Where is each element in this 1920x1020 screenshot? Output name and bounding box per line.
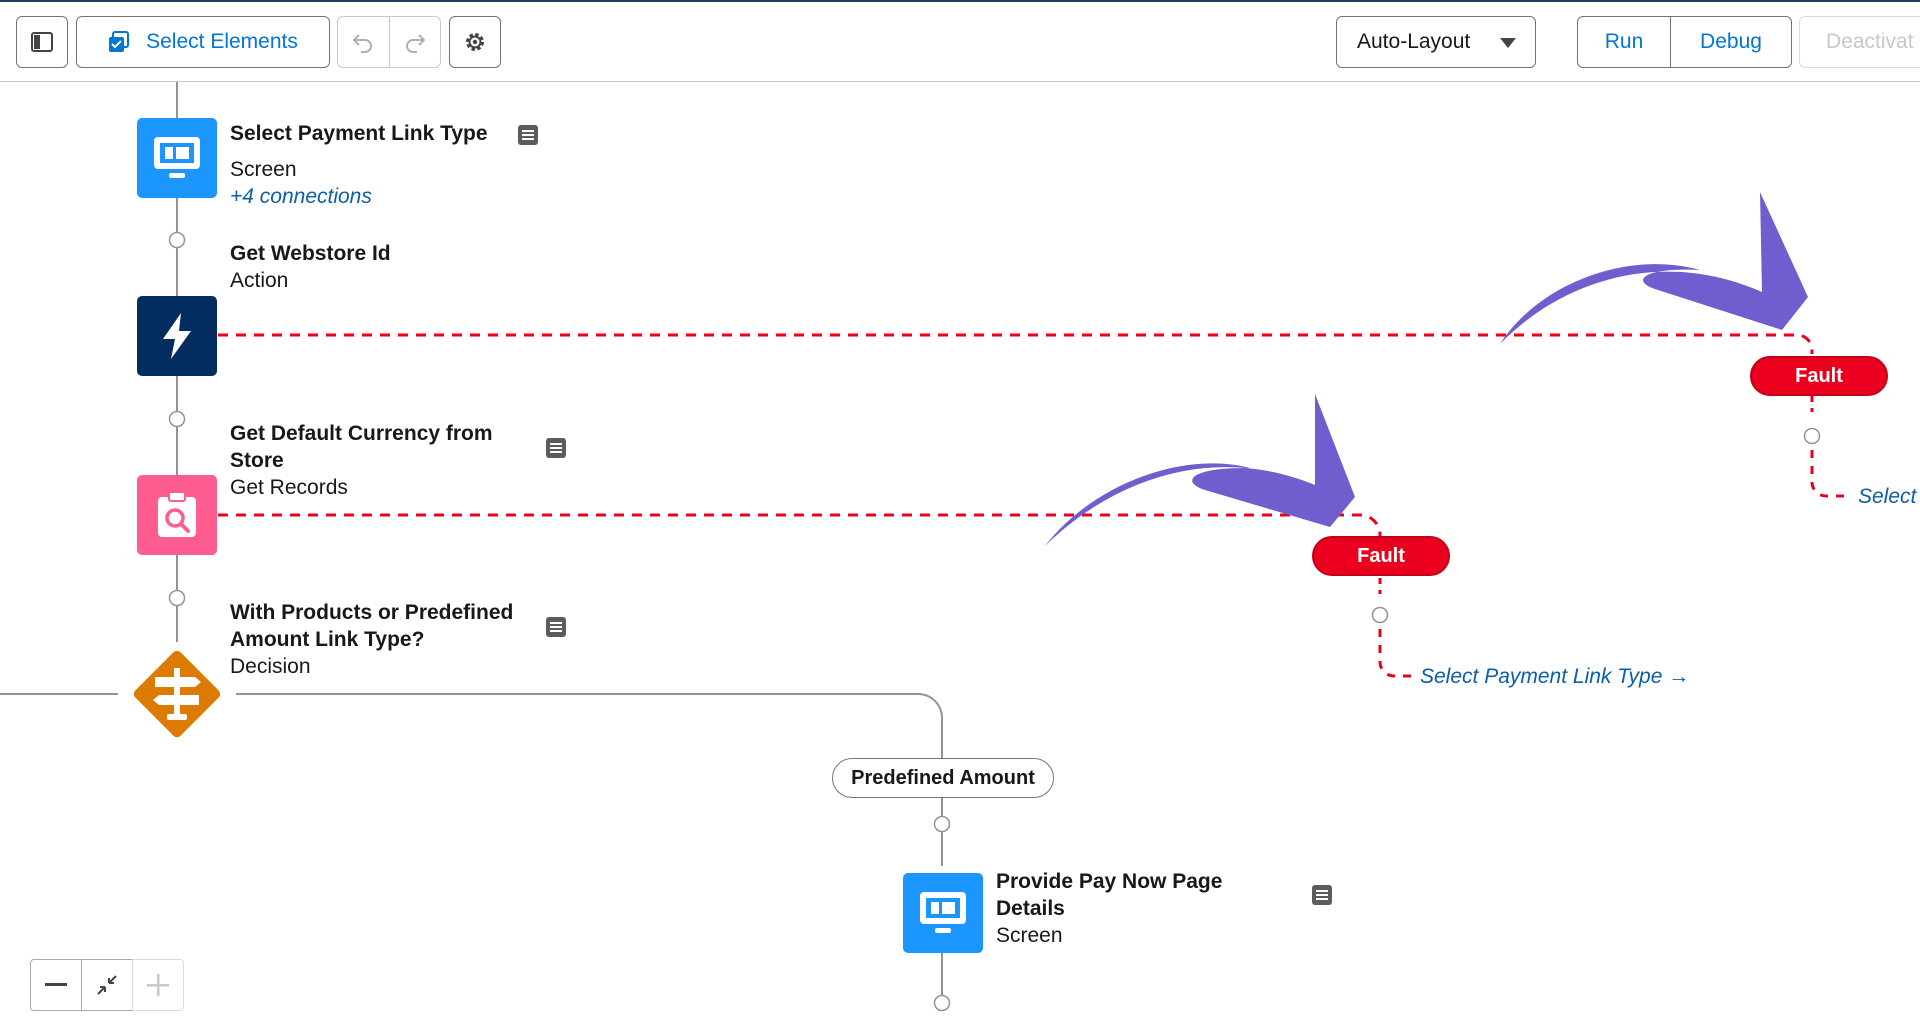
connector-point — [168, 410, 186, 428]
node-connections-link[interactable]: +4 connections — [230, 185, 372, 208]
outcome-label[interactable]: Predefined Amount — [832, 758, 1054, 798]
connector-point — [933, 815, 951, 833]
node-title-line: Store — [230, 449, 284, 472]
monitor-icon — [920, 892, 966, 933]
plus-icon — [147, 974, 169, 996]
zoom-out-button[interactable] — [30, 959, 82, 1011]
minus-icon — [45, 983, 67, 986]
note-icon[interactable] — [545, 437, 567, 459]
run-button[interactable]: Run — [1578, 17, 1671, 67]
checkbox-select-icon — [109, 31, 130, 52]
goto-link[interactable]: Select — [1858, 485, 1916, 509]
node-type: Decision — [230, 655, 311, 678]
decision-node-icon[interactable] — [123, 640, 231, 748]
select-elements-button[interactable]: Select Elements — [76, 16, 330, 68]
signpost-icon — [133, 650, 221, 738]
flow-settings-button[interactable] — [449, 16, 501, 68]
monitor-icon — [154, 137, 200, 178]
undo-icon — [352, 34, 373, 53]
toggle-panel-button[interactable] — [16, 16, 68, 68]
layout-mode-select[interactable]: Auto-Layout — [1336, 16, 1536, 68]
zoom-in-button[interactable] — [132, 959, 184, 1011]
chevron-down-icon — [1500, 38, 1516, 48]
lightning-icon — [163, 313, 191, 359]
get-records-node-icon[interactable] — [137, 475, 217, 555]
connector-point — [168, 589, 186, 607]
goto-target: Select — [1858, 485, 1917, 508]
debug-label: Debug — [1700, 30, 1762, 53]
screen-node-label: Select Payment Link Type Screen +4 conne… — [230, 120, 488, 210]
node-title: Get Webstore Id — [230, 242, 391, 265]
clipboard-search-icon — [158, 491, 196, 537]
get-records-node-label: Get Default Currency from Store Get Reco… — [230, 420, 493, 501]
node-title-line: Amount Link Type? — [230, 628, 425, 651]
node-type: Screen — [230, 158, 297, 181]
redo-icon — [405, 34, 426, 53]
deactivate-label: Deactivat — [1826, 30, 1914, 53]
fit-view-button[interactable] — [81, 959, 133, 1011]
select-elements-label: Select Elements — [146, 30, 298, 53]
connector-point — [168, 231, 186, 249]
fault-label[interactable]: Fault — [1312, 536, 1450, 576]
fault-label[interactable]: Fault — [1750, 356, 1888, 396]
decision-node-label: With Products or Predefined Amount Link … — [230, 599, 513, 680]
note-icon[interactable] — [1311, 884, 1333, 906]
action-node-label: Get Webstore Id Action — [230, 240, 391, 294]
connector-point — [933, 994, 951, 1012]
note-icon[interactable] — [545, 616, 567, 638]
panel-toggle-icon — [31, 32, 53, 52]
layout-mode-value: Auto-Layout — [1357, 30, 1471, 53]
redo-button[interactable] — [390, 17, 441, 67]
node-type: Screen — [996, 924, 1063, 947]
gear-icon — [466, 33, 484, 51]
node-type: Action — [230, 269, 289, 292]
node-title-line: Get Default Currency from — [230, 422, 493, 445]
goto-link[interactable]: Select Payment Link Type → — [1420, 665, 1689, 689]
deactivate-button[interactable]: Deactivat — [1799, 16, 1920, 68]
run-debug-group: Run Debug — [1577, 16, 1792, 68]
fault-label-text: Fault — [1795, 364, 1843, 387]
goto-target: Select Payment Link Type → — [1420, 665, 1690, 688]
outcome-label-text: Predefined Amount — [851, 766, 1035, 789]
run-label: Run — [1604, 30, 1644, 53]
connector-point — [1371, 606, 1389, 624]
note-icon[interactable] — [517, 124, 539, 146]
debug-button[interactable]: Debug — [1671, 17, 1791, 67]
node-title-line: With Products or Predefined — [230, 601, 514, 624]
annotation-arrow — [1045, 394, 1355, 546]
annotation-arrow — [1500, 192, 1808, 344]
connector-point — [1803, 427, 1821, 445]
flow-canvas[interactable]: Select Payment Link Type Screen +4 conne… — [0, 82, 1920, 1020]
undo-redo-group — [337, 16, 441, 68]
node-title-line: Provide Pay Now Page — [996, 870, 1223, 893]
screen-node-label: Provide Pay Now Page Details Screen — [996, 868, 1222, 949]
node-title: Select Payment Link Type — [230, 122, 488, 145]
fault-label-text: Fault — [1357, 544, 1405, 567]
action-node-icon[interactable] — [137, 296, 217, 376]
flow-builder-toolbar: Select Elements Auto-Layout Run Debug De… — [0, 0, 1920, 82]
node-type: Get Records — [230, 476, 348, 499]
undo-button[interactable] — [338, 17, 390, 67]
screen-node-icon[interactable] — [137, 118, 217, 198]
screen-node-icon[interactable] — [903, 873, 983, 953]
node-title-line: Details — [996, 897, 1065, 920]
contract-icon — [97, 975, 117, 995]
